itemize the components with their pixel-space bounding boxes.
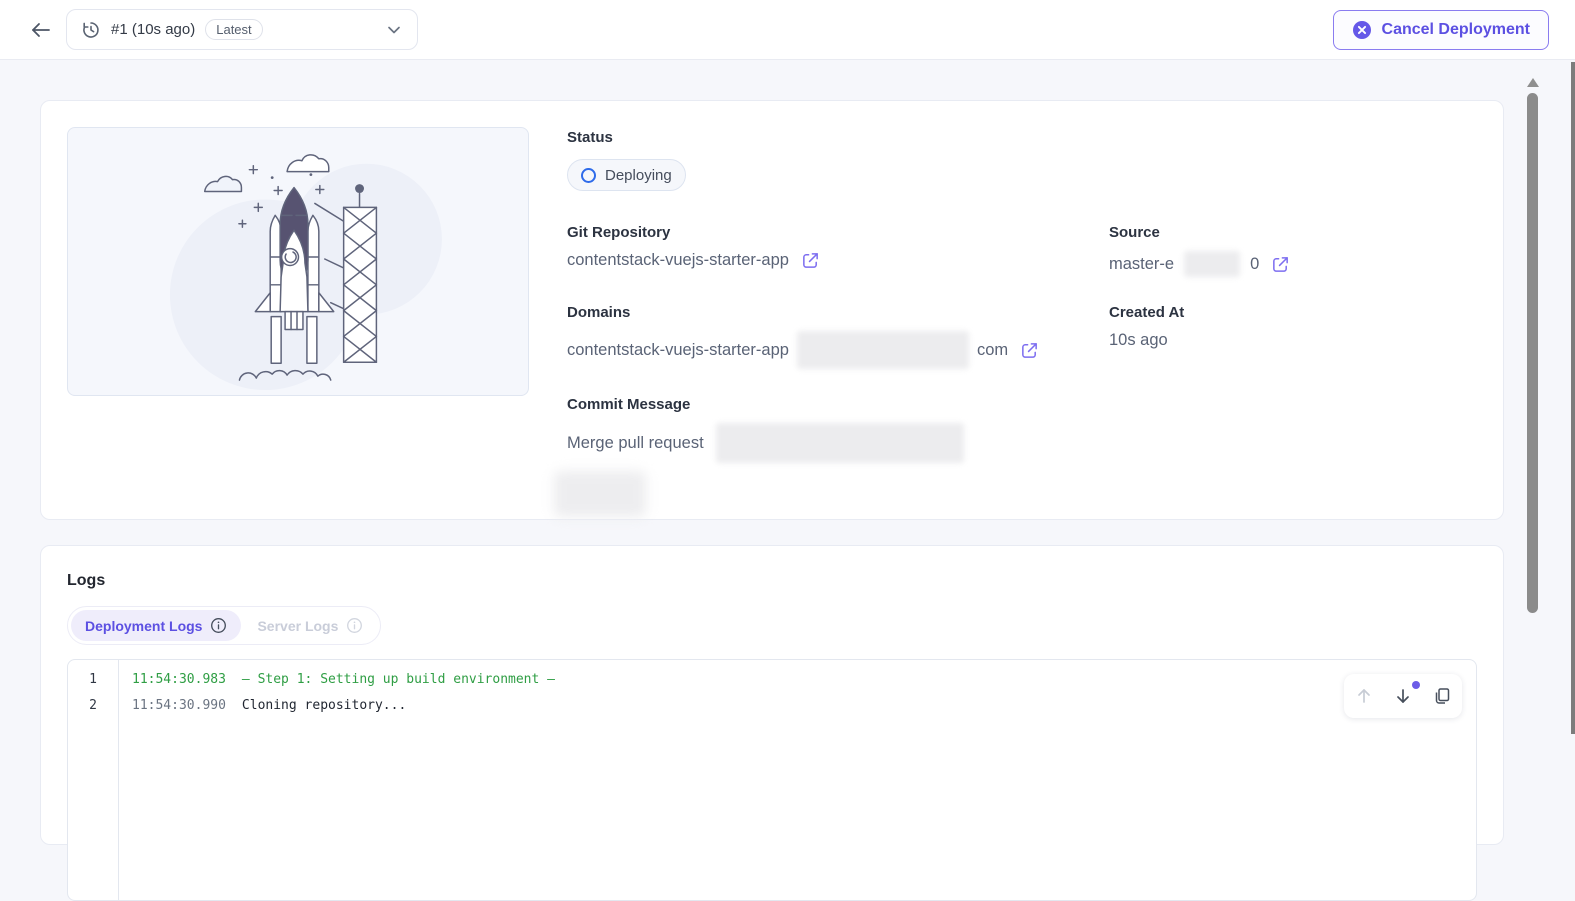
commit-message-label: Commit Message [567,396,691,413]
deployment-overview-card: Status Deploying Git Repository contents… [40,100,1504,520]
domains-redacted-blur [796,331,969,369]
log-toolbar [1344,674,1462,718]
info-icon [210,617,227,634]
scrollbar-up-arrow[interactable] [1527,78,1539,87]
domains-field: Domains contentstack-vuejs-starter-app co… [567,304,1109,369]
deployment-detail-page: { "topbar": { "selector_label": "#1 (10s… [0,0,1575,901]
tab-server-logs-label: Server Logs [257,617,339,634]
commit-message-field: Commit Message Merge pull request [554,396,1473,517]
deployment-info: Status Deploying Git Repository contents… [554,129,1473,517]
deploying-spinner-icon [581,167,596,183]
status-badge: Deploying [567,159,686,191]
tab-server-logs[interactable]: Server Logs [243,610,377,641]
git-repository-external-link-icon[interactable] [801,251,820,270]
scrollbar-thumb[interactable] [1527,93,1538,613]
log-rows: 1 11:54:30.983 — Step 1: Setting up buil… [68,660,1476,718]
new-logs-dot [1411,681,1420,689]
log-message: Cloning repository... [241,697,407,713]
log-message: — Step 1: Setting up build environment — [241,671,555,687]
git-repository-label: Git Repository [567,224,671,241]
source-field: Source master-e 0 [1109,224,1473,277]
cancel-deployment-label: Cancel Deployment [1381,20,1530,38]
tab-deployment-logs-label: Deployment Logs [85,617,203,634]
logs-title: Logs [67,572,106,589]
status-value: Deploying [605,166,672,184]
arrow-up-icon [1357,689,1370,703]
scroll-to-top-button[interactable] [1349,681,1379,711]
logs-tabs: Deployment Logs Server Logs [67,606,382,645]
domains-value-suffix: com [976,340,1009,359]
git-repository-field: Git Repository contentstack-vuejs-starte… [567,224,1109,277]
source-external-link-icon[interactable] [1271,255,1290,274]
deployment-selector-label: #1 (10s ago) [111,21,196,38]
deployment-selector[interactable]: #1 (10s ago) Latest [66,9,418,50]
copy-icon [1436,688,1450,704]
latest-badge: Latest [205,19,263,40]
log-row: 1 11:54:30.983 — Step 1: Setting up buil… [68,666,1476,692]
gutter-divider [118,660,119,900]
commit-message-value: Merge pull request [567,433,704,452]
topbar: #1 (10s ago) Latest Cancel Deployment [0,0,1575,60]
log-viewer[interactable]: 1 11:54:30.983 — Step 1: Setting up buil… [67,659,1477,901]
domains-external-link-icon[interactable] [1020,341,1039,360]
source-redacted-blur [1184,251,1241,277]
back-button[interactable] [26,15,56,45]
source-value-prefix: master-e [1109,254,1175,273]
domains-value-prefix: contentstack-vuejs-starter-app [567,340,789,359]
domains-label: Domains [567,304,631,321]
log-row: 2 11:54:30.990 Cloning repository... [68,692,1476,718]
copy-logs-button[interactable] [1427,681,1457,711]
log-line-number: 1 [89,671,97,687]
commit-message-redacted-blur [715,423,964,463]
cancel-deployment-button[interactable]: Cancel Deployment [1332,9,1549,50]
logs-card: Logs Deployment Logs Server Logs 1 11:54… [40,545,1504,901]
arrow-left-icon [30,19,52,41]
rocket-illustration [67,127,529,396]
created-at-label: Created At [1109,304,1185,321]
window-scrollbar[interactable] [1571,62,1575,734]
x-circle-icon [1352,20,1372,40]
git-repository-value: contentstack-vuejs-starter-app [567,251,789,269]
log-timestamp: 11:54:30.983 [132,671,226,687]
log-line-number: 2 [89,697,97,713]
created-at-value: 10s ago [1109,331,1168,349]
commit-message-redacted-blur-2 [554,471,646,517]
tab-deployment-logs[interactable]: Deployment Logs [71,610,242,641]
created-at-field: Created At 10s ago [1109,304,1473,369]
info-icon [346,617,363,634]
arrow-down-icon [1397,689,1409,703]
log-timestamp: 11:54:30.990 [132,697,226,713]
overview-fields: Git Repository contentstack-vuejs-starte… [554,224,1473,517]
chevron-down-icon [385,21,403,39]
scroll-to-bottom-button[interactable] [1388,681,1420,711]
status-label: Status [567,129,613,146]
source-label: Source [1109,224,1160,241]
source-value-suffix: 0 [1250,254,1260,273]
history-icon [81,20,101,40]
